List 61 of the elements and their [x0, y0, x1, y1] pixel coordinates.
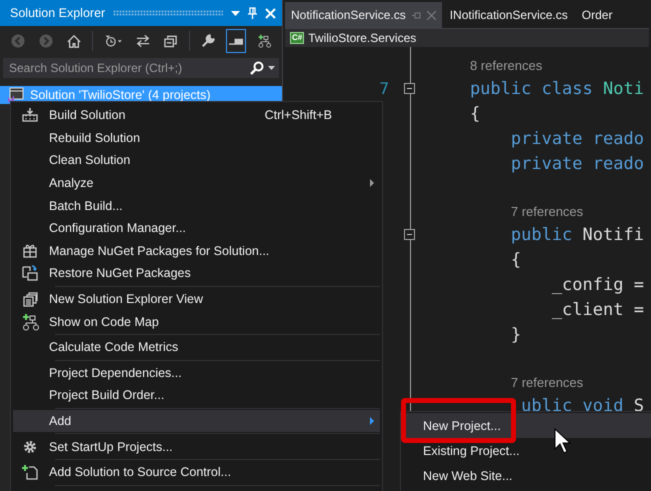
file-tab[interactable]: INotificationService.cs [444, 2, 574, 28]
code-line: { [510, 250, 522, 270]
panel-title: Solution Explorer [10, 6, 106, 20]
collapse-icon[interactable] [164, 34, 178, 48]
code-line: private reado [510, 128, 644, 148]
line-number: 7 [378, 79, 389, 98]
code-line: _config = [550, 274, 644, 294]
menu-item[interactable]: Add [13, 410, 380, 432]
menu-item[interactable]: Set StartUp Projects... [13, 435, 380, 458]
code-map-icon[interactable] [21, 312, 39, 331]
grip-handle[interactable] [113, 10, 223, 16]
menu-item[interactable]: Build Solution Ctrl+Shift+B [13, 104, 380, 127]
collapse-icon[interactable] [404, 83, 414, 94]
search-icon[interactable] [250, 61, 264, 75]
code-line: } [510, 324, 522, 344]
submenu-arrow-icon [370, 179, 374, 188]
references-link[interactable]: 8 references [470, 58, 542, 73]
menu-item[interactable]: Restore NuGet Packages [13, 262, 380, 285]
menu-item[interactable]: Show on Code Map [13, 310, 380, 333]
menu-item[interactable]: Add Solution to Source Control... [13, 460, 380, 484]
code-line: private reado [510, 154, 644, 174]
build-icon [22, 108, 38, 122]
menu-item[interactable]: Clean Solution [13, 149, 380, 172]
code-line: _client = [550, 300, 644, 320]
project-label[interactable]: TwilioStore.Services [308, 31, 416, 45]
gift-box-icon [23, 243, 37, 258]
menu-item[interactable]: Rebuild Solution [13, 126, 380, 150]
preview-icon[interactable] [229, 36, 243, 46]
history-icon[interactable] [104, 33, 122, 49]
menu-item[interactable]: Project Build Order... [13, 384, 380, 407]
windows-icon [22, 292, 38, 307]
code-line: public class Noti [468, 78, 644, 98]
menu-item[interactable]: New Web Site... [403, 463, 651, 488]
wrench-icon[interactable] [201, 33, 215, 49]
add-file-icon [22, 464, 38, 480]
menu-item[interactable]: New Solution Explorer View [13, 288, 380, 310]
menu-item[interactable]: Calculate Code Metrics [13, 336, 380, 359]
menu-item[interactable]: Manage NuGet Packages for Solution... [13, 240, 380, 262]
menu-item[interactable]: Project Dependencies... [13, 362, 380, 384]
search-field[interactable]: Search Solution Explorer (Ctrl+;) [3, 58, 279, 78]
csharp-badge: C# [290, 32, 304, 44]
menu-item[interactable]: Analyze [13, 172, 380, 194]
file-tab[interactable]: Order [576, 2, 618, 28]
code-map-icon[interactable] [257, 32, 271, 50]
references-link[interactable]: 7 references [510, 375, 584, 390]
mouse-cursor-icon [554, 428, 572, 454]
collapse-icon[interactable] [404, 229, 414, 240]
package-restore-icon [22, 265, 38, 282]
menu-item[interactable]: New Project... [403, 413, 651, 438]
menu-item[interactable]: Batch Build... [13, 194, 380, 217]
gear-icon [23, 440, 37, 454]
dropdown-icon[interactable] [268, 66, 275, 70]
dropdown-icon[interactable] [231, 10, 240, 16]
code-line: public Notifi [510, 224, 644, 244]
menu-item[interactable]: Configuration Manager... [13, 216, 380, 240]
code-line: ublic void S [520, 396, 644, 416]
references-link[interactable]: 7 references [510, 204, 584, 219]
code-line: { [468, 104, 480, 124]
sync-icon[interactable] [136, 34, 150, 48]
home-icon[interactable] [67, 34, 81, 48]
submenu-arrow-icon [370, 417, 374, 426]
